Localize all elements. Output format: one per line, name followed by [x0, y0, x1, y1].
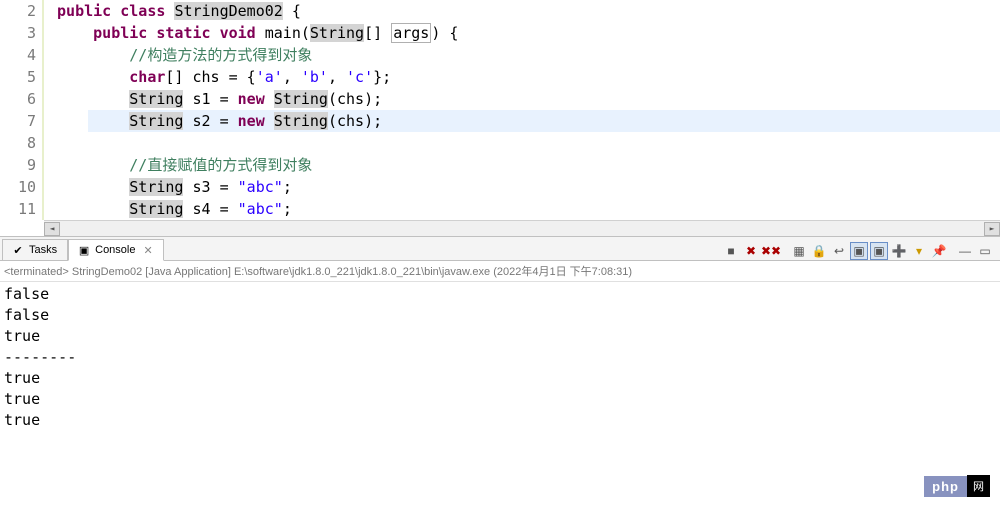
line-number: 3: [0, 22, 36, 44]
line-number: 8: [0, 132, 36, 154]
show-stderr-button[interactable]: ▣: [870, 242, 888, 260]
editor-pane: 2 3 4 5 6 7 8 9 10 11 public class Strin…: [0, 0, 1000, 237]
horizontal-scrollbar[interactable]: ◄ ►: [44, 220, 1000, 236]
console-output[interactable]: false false true -------- true true true: [0, 282, 1000, 517]
console-icon: ▣: [77, 243, 91, 257]
remove-all-icon[interactable]: ✖✖: [762, 242, 780, 260]
clear-console-icon[interactable]: ▦: [790, 242, 808, 260]
line-number: 11: [0, 198, 36, 220]
line-number: 4: [0, 44, 36, 66]
watermark: php 网: [924, 475, 990, 497]
line-number-gutter: 2 3 4 5 6 7 8 9 10 11: [0, 0, 44, 220]
php-logo: php: [924, 476, 967, 497]
tab-console[interactable]: ▣ Console ✕: [68, 239, 164, 261]
line-number: 2: [0, 0, 36, 22]
scroll-lock-icon[interactable]: 🔒: [810, 242, 828, 260]
launch-timestamp: (2022年4月1日 下午7:08:31): [493, 266, 632, 278]
tasks-icon: ✔: [11, 243, 25, 257]
maximize-icon[interactable]: ▭: [976, 242, 994, 260]
line-number: 7: [0, 110, 36, 132]
scroll-track[interactable]: [60, 222, 984, 236]
line-number: 10: [0, 176, 36, 198]
terminate-icon[interactable]: ■: [722, 242, 740, 260]
word-wrap-icon[interactable]: ↩: [830, 242, 848, 260]
terminated-status: <terminated> StringDemo02 [Java Applicat…: [0, 261, 1000, 282]
open-console-icon[interactable]: ➕: [890, 242, 908, 260]
tab-label: Tasks: [29, 244, 57, 256]
display-selected-icon[interactable]: ▾: [910, 242, 928, 260]
pin-console-icon[interactable]: 📌: [930, 242, 948, 260]
close-tab-icon[interactable]: ✕: [139, 244, 152, 257]
scroll-right-icon[interactable]: ►: [984, 222, 1000, 236]
console-pane: ✔ Tasks ▣ Console ✕ ■ ✖ ✖✖ ▦ 🔒 ↩ ▣ ▣ ➕ ▾…: [0, 237, 1000, 517]
code-area[interactable]: 2 3 4 5 6 7 8 9 10 11 public class Strin…: [0, 0, 1000, 220]
javaw-path: E:\software\jdk1.8.0_221\jdk1.8.0_221\bi…: [234, 266, 490, 278]
terminated-prefix: <terminated>: [4, 266, 69, 278]
tab-label: Console: [95, 244, 135, 256]
remove-terminated-icon[interactable]: ✖: [742, 242, 760, 260]
minimize-icon[interactable]: —: [956, 242, 974, 260]
tab-tasks[interactable]: ✔ Tasks: [2, 239, 68, 260]
code-content[interactable]: public class StringDemo02 { public stati…: [44, 0, 1000, 220]
launch-config-name: StringDemo02 [Java Application]: [72, 266, 231, 278]
view-tabs-bar: ✔ Tasks ▣ Console ✕ ■ ✖ ✖✖ ▦ 🔒 ↩ ▣ ▣ ➕ ▾…: [0, 237, 1000, 261]
cn-badge: 网: [967, 475, 990, 497]
console-toolbar: ■ ✖ ✖✖ ▦ 🔒 ↩ ▣ ▣ ➕ ▾ 📌 — ▭: [722, 242, 1000, 260]
show-stdout-button[interactable]: ▣: [850, 242, 868, 260]
scroll-left-icon[interactable]: ◄: [44, 222, 60, 236]
line-number: 5: [0, 66, 36, 88]
line-number: 9: [0, 154, 36, 176]
line-number: 6: [0, 88, 36, 110]
